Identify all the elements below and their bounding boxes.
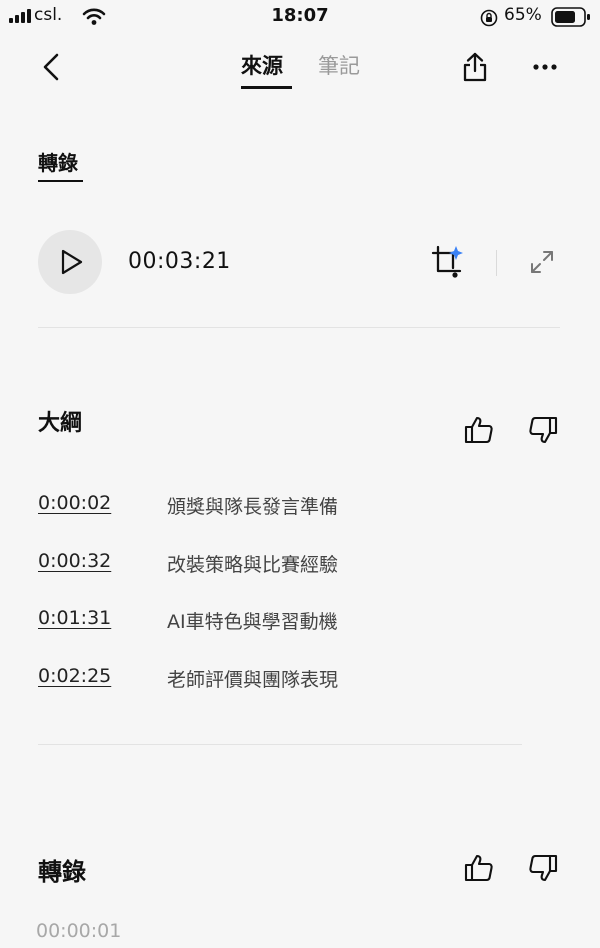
outline-item-text: AI車特色與學習動機 <box>167 611 338 633</box>
more-icon <box>533 64 557 70</box>
chevron-left-icon <box>43 53 59 81</box>
outline-title: 大綱 <box>38 411 83 436</box>
outline-dislike-button[interactable] <box>528 415 558 445</box>
player-divider <box>38 327 560 328</box>
more-button[interactable] <box>533 64 557 70</box>
thumbs-up-icon <box>464 416 493 444</box>
expand-icon <box>531 251 553 273</box>
share-button[interactable] <box>461 51 489 83</box>
thumbs-down-icon <box>529 854 558 882</box>
battery-icon <box>551 7 591 27</box>
outline-item-time[interactable]: 0:00:32 <box>38 550 111 572</box>
source-heading: 轉錄 <box>38 151 78 175</box>
share-icon <box>463 52 487 82</box>
outline-item-text: 頒獎與隊長發言準備 <box>167 496 339 518</box>
outline-item-text: 改裝策略與比賽經驗 <box>167 554 339 576</box>
play-icon <box>61 249 83 275</box>
tab-active-indicator <box>241 86 292 89</box>
outline-item-time[interactable]: 0:00:02 <box>38 492 111 514</box>
back-button[interactable] <box>40 53 64 81</box>
source-heading-underline <box>38 180 83 182</box>
audio-duration: 00:03:21 <box>128 249 231 274</box>
outline-item-text: 老師評價與團隊表現 <box>167 669 339 691</box>
transcript-like-button[interactable] <box>464 853 494 883</box>
ai-crop-button[interactable] <box>431 244 465 280</box>
player-toolbar-divider <box>496 250 497 276</box>
battery-percent: 65% <box>504 5 542 25</box>
rotation-lock-icon <box>480 9 498 27</box>
thumbs-up-icon <box>464 854 493 882</box>
transcript-title: 轉錄 <box>38 858 86 886</box>
transcript-timestamp[interactable]: 00:00:01 <box>36 920 121 942</box>
outline-item-time[interactable]: 0:01:31 <box>38 607 111 629</box>
outline-item-time[interactable]: 0:02:25 <box>38 665 111 687</box>
status-bar: csl. 18:07 65% <box>0 0 600 34</box>
tab-notes[interactable]: 筆記 <box>318 50 360 80</box>
expand-button[interactable] <box>530 250 554 274</box>
outline-divider <box>38 744 522 745</box>
play-button[interactable] <box>38 230 102 294</box>
outline-like-button[interactable] <box>464 415 494 445</box>
transcript-dislike-button[interactable] <box>528 853 558 883</box>
thumbs-down-icon <box>529 416 558 444</box>
tab-source[interactable]: 來源 <box>241 50 283 80</box>
ai-crop-icon <box>431 245 463 278</box>
